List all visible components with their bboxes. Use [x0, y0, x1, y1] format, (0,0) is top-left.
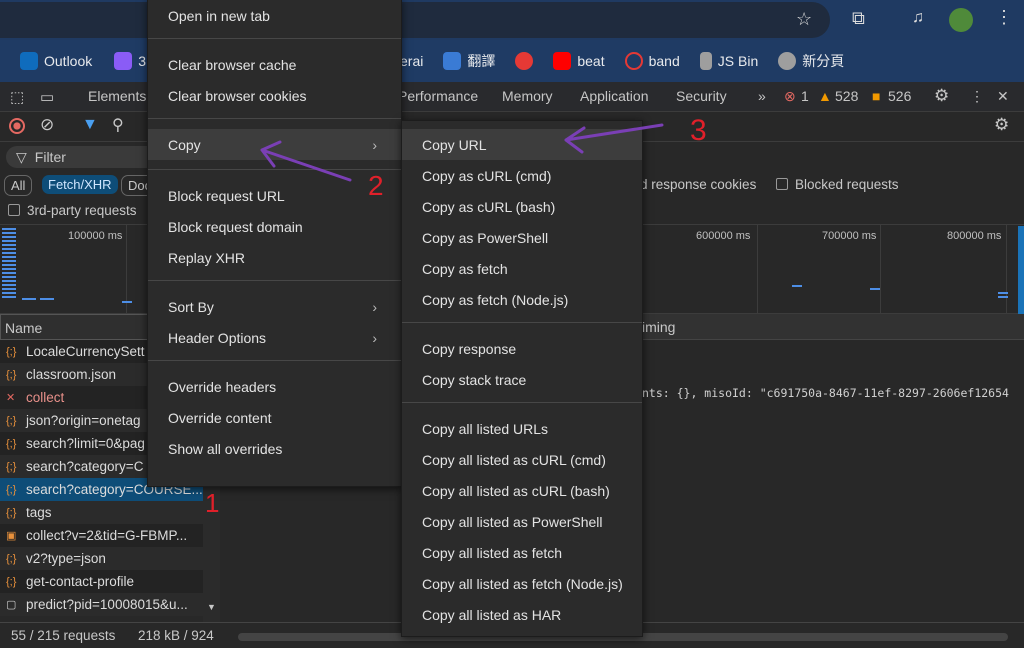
annotation-arrow	[260, 140, 352, 182]
annotation-2: 2	[368, 170, 384, 201]
annotation-arrow	[564, 123, 664, 154]
annotation-1: 1	[205, 488, 219, 518]
annotation-overlay: 1 2 3	[205, 114, 707, 518]
annotation-3: 3	[690, 114, 707, 147]
